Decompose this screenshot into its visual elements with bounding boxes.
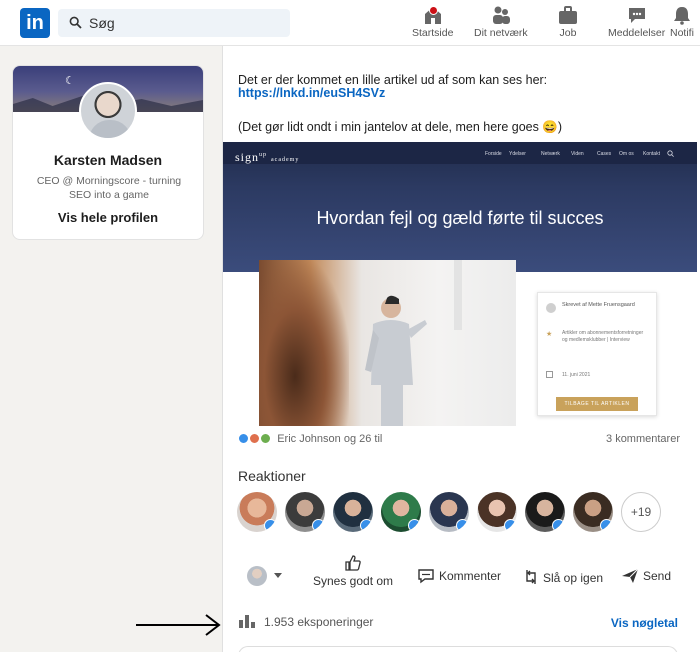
- nav-item-network[interactable]: Dit netværk: [474, 5, 528, 39]
- repost-button[interactable]: Slå op igen: [523, 568, 603, 586]
- send-button[interactable]: Send: [621, 568, 671, 584]
- nav-item-messaging[interactable]: Meddelelser: [608, 5, 665, 39]
- briefcase-icon: [559, 6, 577, 24]
- article-author: Skrevet af Mette Fruensgaard: [562, 302, 635, 308]
- network-icon: [492, 6, 510, 24]
- like-label: Synes godt om: [313, 574, 394, 588]
- comments-count[interactable]: 3 kommentarer: [606, 433, 680, 445]
- social-counts[interactable]: Eric Johnson og 26 til: [238, 433, 382, 445]
- article-menu-item: Cases: [597, 151, 612, 157]
- reactor-avatar[interactable]: [525, 492, 565, 532]
- celebrate-reaction-icon: [249, 433, 261, 444]
- back-to-article-button[interactable]: TILBAGE TIL ARTIKLEN: [556, 397, 638, 411]
- avatar[interactable]: [79, 82, 137, 140]
- repost-icon: [526, 570, 536, 584]
- linkedin-logo[interactable]: in: [20, 8, 50, 38]
- like-icon: [456, 519, 469, 532]
- author-avatar: [546, 303, 556, 313]
- search-icon: [69, 16, 82, 29]
- article-menu-item: Ydelser: [509, 151, 526, 157]
- chevron-down-icon[interactable]: [274, 573, 282, 578]
- comment-input-edge: [238, 646, 678, 652]
- reaction-summary: Eric Johnson og 26 til: [277, 433, 383, 445]
- article-menu-item: Viden: [571, 151, 584, 157]
- like-icon: [600, 519, 613, 532]
- bell-icon: [673, 7, 690, 25]
- reactor-avatar[interactable]: [381, 492, 421, 532]
- post-link[interactable]: https://lnkd.in/euSH4SVz: [238, 86, 385, 100]
- messaging-icon: [628, 8, 645, 23]
- search-placeholder: Søg: [89, 15, 115, 31]
- post-actions: Synes godt om Kommenter Slå op igen Send: [223, 550, 697, 602]
- reactor-avatar[interactable]: [477, 492, 517, 532]
- send-icon: [622, 568, 639, 583]
- article-menu-item: Kontakt: [643, 151, 660, 157]
- reactor-avatar[interactable]: [285, 492, 325, 532]
- moon-icon: ☾: [65, 75, 75, 87]
- top-nav: in Søg Startside Dit netværk Job Meddele…: [0, 0, 700, 46]
- impressions-stat[interactable]: 1.953 eksponeringer: [238, 614, 373, 629]
- article-title: Hvordan fejl og gæld førte til succes: [316, 208, 604, 228]
- notification-badge: [429, 6, 438, 15]
- like-icon: [408, 519, 421, 532]
- speaker-figure: [365, 295, 427, 426]
- nav-item-label: Notifi: [670, 27, 694, 39]
- nav-item-label: Meddelelser: [608, 27, 666, 39]
- article-menu-item: Om os: [619, 151, 634, 157]
- reactions-heading: Reaktioner: [238, 468, 306, 484]
- support-reaction-icon: [260, 433, 272, 444]
- like-icon: [552, 519, 565, 532]
- comment-icon: [418, 569, 434, 584]
- profile-card: ☾ Karsten Madsen CEO @ Morningscore - tu…: [12, 65, 204, 240]
- impressions-label: 1.953 eksponeringer: [264, 615, 374, 629]
- search-box[interactable]: Søg: [58, 9, 290, 37]
- reactor-avatar[interactable]: [237, 492, 277, 532]
- article-photo: [259, 260, 516, 426]
- actor-avatar[interactable]: [247, 566, 267, 586]
- repost-label: Slå op igen: [543, 571, 604, 585]
- article-navbar: signup academy Forside Ydelser Netværk V…: [223, 142, 697, 164]
- article-preview[interactable]: signup academy Forside Ydelser Netværk V…: [223, 142, 697, 430]
- like-icon: [504, 519, 517, 532]
- nav-item-label: Startside: [412, 27, 454, 39]
- feed-post: Det er der kommet en lille artikel ud af…: [222, 46, 700, 652]
- article-menu-item: Netværk: [541, 151, 560, 157]
- like-icon: [312, 519, 325, 532]
- profile-name[interactable]: Karsten Madsen: [13, 152, 203, 168]
- comment-button[interactable]: Kommenter: [417, 568, 501, 584]
- nav-item-notifications[interactable]: Notifi: [670, 5, 694, 39]
- send-label: Send: [643, 569, 672, 583]
- like-button[interactable]: Synes godt om: [313, 554, 393, 588]
- search-icon: [667, 150, 674, 157]
- reactor-avatar[interactable]: [573, 492, 613, 532]
- article-date: 11. juni 2021: [562, 372, 591, 378]
- comment-label: Kommenter: [439, 569, 502, 583]
- like-icon: [360, 519, 373, 532]
- thumbs-up-icon: [345, 555, 361, 571]
- like-icon: [264, 519, 277, 532]
- arrow-annotation: [136, 614, 221, 636]
- reactor-avatar[interactable]: [333, 492, 373, 532]
- more-reactors-button[interactable]: +19: [621, 492, 661, 532]
- post-text-line: (Det gør lidt ondt i min jantelov at del…: [238, 120, 563, 134]
- view-profile-link[interactable]: Vis hele profilen: [13, 210, 203, 225]
- nav-item-label: Dit netværk: [474, 27, 528, 39]
- article-menu-item: Forside: [485, 151, 502, 157]
- star-icon: ★: [546, 331, 553, 338]
- nav-item-jobs[interactable]: Job: [557, 5, 579, 39]
- nav-item-home[interactable]: Startside: [412, 5, 453, 39]
- profile-tagline: CEO @ Morningscore - turning SEO into a …: [36, 175, 182, 201]
- view-analytics-link[interactable]: Vis nøgletal: [611, 616, 678, 630]
- article-author-box: Skrevet af Mette Fruensgaard ★ Artikler …: [537, 292, 657, 416]
- like-reaction-icon: [238, 433, 249, 444]
- reactor-avatar[interactable]: [429, 492, 469, 532]
- signup-academy-logo: signup academy: [235, 150, 300, 164]
- nav-item-label: Job: [559, 27, 577, 39]
- article-tags: Artikler om abonnementsforretninger og m…: [562, 330, 644, 343]
- calendar-icon: [546, 371, 553, 378]
- post-text-line: Det er der kommet en lille artikel ud af…: [238, 73, 548, 87]
- bar-chart-icon: [239, 615, 255, 628]
